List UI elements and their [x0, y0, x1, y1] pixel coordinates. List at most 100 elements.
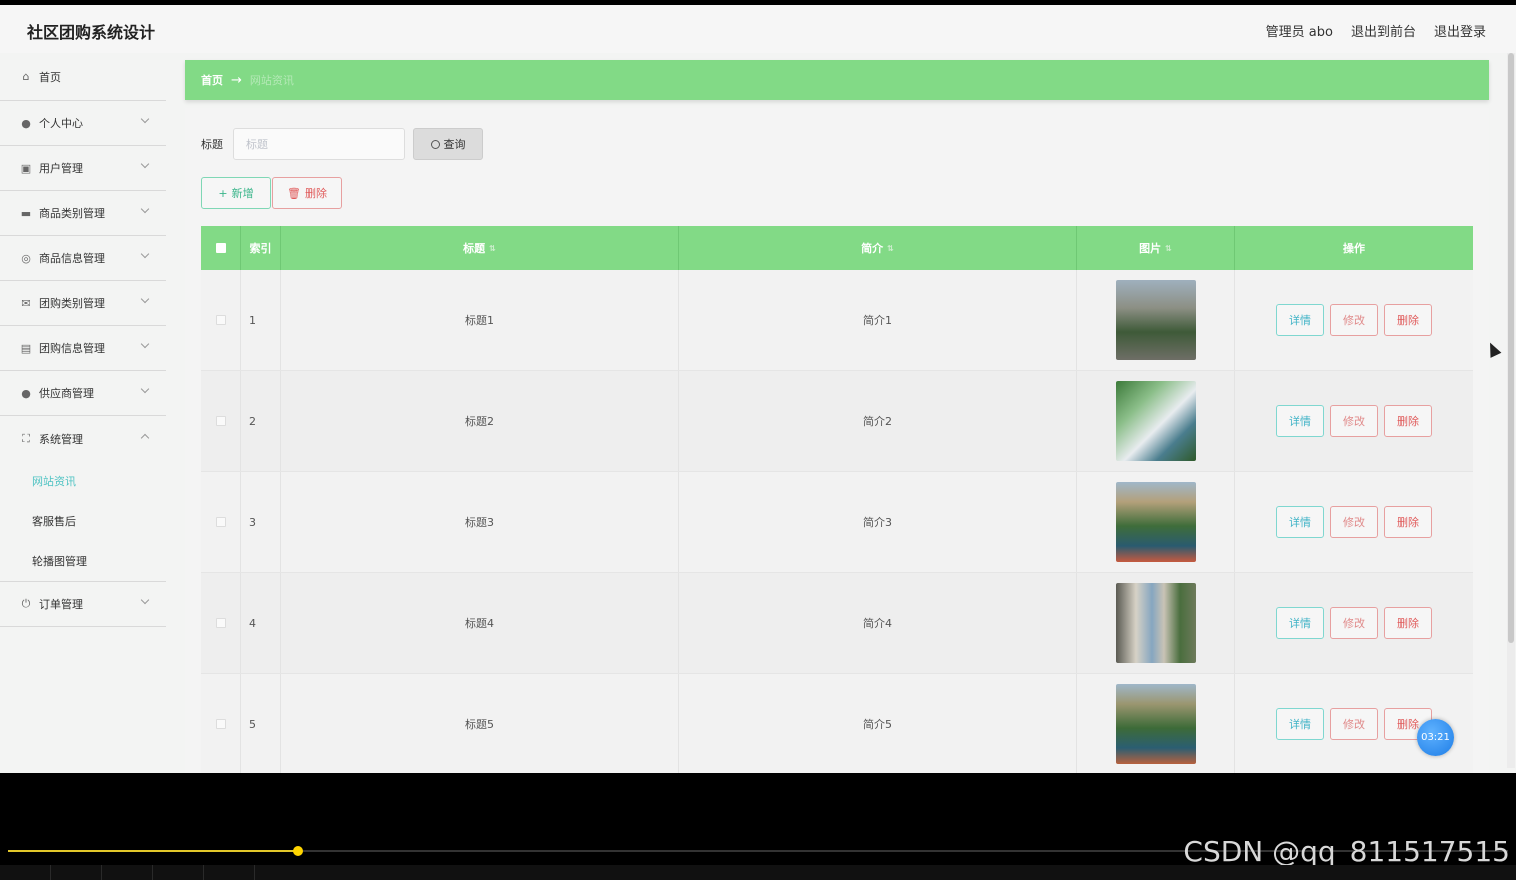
table-row: 5 标题5 简介5 详情 修改 删除	[201, 674, 1473, 773]
sidebar-item-label: 订单管理	[39, 598, 83, 611]
breadcrumb-home[interactable]: 首页	[201, 72, 223, 88]
table-row: 4 标题4 简介4 详情 修改 删除	[201, 573, 1473, 674]
header-image[interactable]: 图片 ⇅	[1077, 226, 1235, 270]
table-row: 2 标题2 简介2 详情 修改 删除	[201, 371, 1473, 472]
delete-button[interactable]: 删除	[1384, 506, 1432, 538]
row-thumbnail[interactable]	[1115, 381, 1196, 461]
chevron-down-icon	[140, 159, 150, 169]
row-checkbox[interactable]	[215, 416, 226, 426]
breadcrumb: 首页 → 网站资讯	[185, 60, 1489, 100]
video-player-bar: CSDN @qq_811517515	[0, 773, 1516, 880]
sidebar-item-users[interactable]: ▣ 用户管理	[0, 146, 166, 191]
chart-icon: ▣	[20, 161, 32, 175]
chevron-down-icon	[140, 384, 150, 394]
row-index: 2	[241, 371, 281, 471]
sidebar-subitem-carousel[interactable]: 轮播图管理	[0, 541, 166, 581]
row-title: 标题5	[281, 674, 679, 773]
detail-button[interactable]: 详情	[1276, 304, 1324, 336]
header-intro[interactable]: 简介 ⇅	[679, 226, 1077, 270]
scrollbar-thumb[interactable]	[1508, 53, 1514, 643]
chevron-down-icon	[140, 339, 150, 349]
user-icon: ●	[21, 386, 31, 400]
strip-cell	[102, 865, 153, 880]
sidebar-item-home[interactable]: ⌂ 首页	[0, 53, 166, 101]
sidebar-item-group-info[interactable]: ▤ 团购信息管理	[0, 326, 166, 371]
sidebar-item-supplier[interactable]: ● 供应商管理	[0, 371, 166, 416]
logout-link[interactable]: 退出登录	[1434, 21, 1486, 40]
system-menu-group: ⛶ 系统管理 网站资讯 客服售后 轮播图管理	[0, 416, 166, 582]
edit-button[interactable]: 修改	[1330, 506, 1378, 538]
row-index: 5	[241, 674, 281, 773]
exit-to-front-link[interactable]: 退出到前台	[1351, 21, 1416, 40]
mail-icon: ✉	[21, 296, 31, 310]
edit-button[interactable]: 修改	[1330, 607, 1378, 639]
timer-badge: 03:21	[1417, 719, 1454, 756]
detail-button[interactable]: 详情	[1276, 708, 1324, 740]
search-icon	[430, 139, 440, 149]
edit-button[interactable]: 修改	[1330, 405, 1378, 437]
row-checkbox[interactable]	[215, 315, 226, 325]
detail-button[interactable]: 详情	[1276, 607, 1324, 639]
row-title: 标题3	[281, 472, 679, 572]
sidebar-item-product-info[interactable]: ◎ 商品信息管理	[0, 236, 166, 281]
detail-button[interactable]: 详情	[1276, 405, 1324, 437]
search-input[interactable]	[233, 128, 405, 160]
row-index: 1	[241, 270, 281, 370]
detail-button[interactable]: 详情	[1276, 506, 1324, 538]
header-label: 简介	[861, 242, 884, 255]
row-thumbnail[interactable]	[1115, 583, 1196, 663]
sidebar-item-system[interactable]: ⛶ 系统管理	[0, 416, 166, 461]
sidebar-item-label: 用户管理	[39, 162, 83, 175]
sidebar-item-product-category[interactable]: ▬ 商品类别管理	[0, 191, 166, 236]
row-intro: 简介5	[679, 674, 1077, 773]
row-ops: 详情 修改 删除	[1235, 270, 1473, 370]
seek-handle[interactable]	[293, 846, 303, 856]
sidebar-item-label: 商品信息管理	[39, 252, 105, 265]
sidebar-subitem-news[interactable]: 网站资讯	[0, 461, 166, 501]
app-window: 社区团购系统设计 管理员 abo 退出到前台 退出登录 ⌂ 首页 ● 个人中心 …	[0, 5, 1516, 773]
user-icon: ●	[21, 116, 31, 130]
row-ops: 详情 修改 删除	[1235, 371, 1473, 471]
header-title[interactable]: 标题 ⇅	[281, 226, 679, 270]
select-all-checkbox[interactable]	[215, 243, 226, 253]
sidebar-subitem-service[interactable]: 客服售后	[0, 501, 166, 541]
content-panel: 标题 查询 + 新增 🗑 删除 索引 标题⇅ 简介⇅ 图片⇅	[185, 108, 1489, 773]
sidebar-item-profile[interactable]: ● 个人中心	[0, 101, 166, 146]
header-label: 索引	[249, 242, 272, 255]
edit-button[interactable]: 修改	[1330, 304, 1378, 336]
edit-button[interactable]: 修改	[1330, 708, 1378, 740]
row-thumbnail[interactable]	[1115, 280, 1196, 360]
row-select-cell	[201, 472, 241, 572]
header-label: 操作	[1343, 242, 1365, 255]
thumbnail-strip	[0, 865, 1516, 880]
row-thumbnail[interactable]	[1115, 482, 1196, 562]
trash-icon: 🗑	[287, 186, 301, 200]
strip-cell	[51, 865, 102, 880]
row-ops: 详情 修改 删除	[1235, 472, 1473, 572]
delete-button[interactable]: 删除	[1384, 405, 1432, 437]
sidebar-item-orders[interactable]: ⏻ 订单管理	[0, 582, 166, 627]
watermark-text: CSDN @qq_811517515	[1183, 835, 1510, 868]
delete-button[interactable]: 删除	[1384, 304, 1432, 336]
page-scrollbar[interactable]	[1507, 53, 1515, 768]
row-checkbox[interactable]	[215, 517, 226, 527]
chevron-down-icon	[140, 294, 150, 304]
sidebar-item-group-category[interactable]: ✉ 团购类别管理	[0, 281, 166, 326]
sidebar-item-label: 个人中心	[39, 117, 83, 130]
row-checkbox[interactable]	[215, 618, 226, 628]
chevron-down-icon	[140, 249, 150, 259]
delete-button-label: 删除	[304, 187, 327, 200]
sidebar-item-label: 首页	[39, 70, 61, 84]
add-button[interactable]: + 新增	[201, 177, 271, 209]
app-title: 社区团购系统设计	[27, 23, 156, 42]
row-thumbnail[interactable]	[1115, 684, 1196, 764]
delete-button[interactable]: 删除	[1384, 607, 1432, 639]
row-intro: 简介1	[679, 270, 1077, 370]
batch-delete-button[interactable]: 🗑 删除	[272, 177, 342, 209]
search-button[interactable]: 查询	[413, 128, 483, 160]
row-checkbox[interactable]	[215, 719, 226, 729]
strip-cell	[204, 865, 255, 880]
sidebar-item-label: 系统管理	[39, 432, 83, 446]
news-table: 索引 标题 ⇅ 简介 ⇅ 图片 ⇅ 操作 1 标题1 简介1 详情 修改 删除 …	[201, 226, 1473, 773]
row-select-cell	[201, 674, 241, 773]
